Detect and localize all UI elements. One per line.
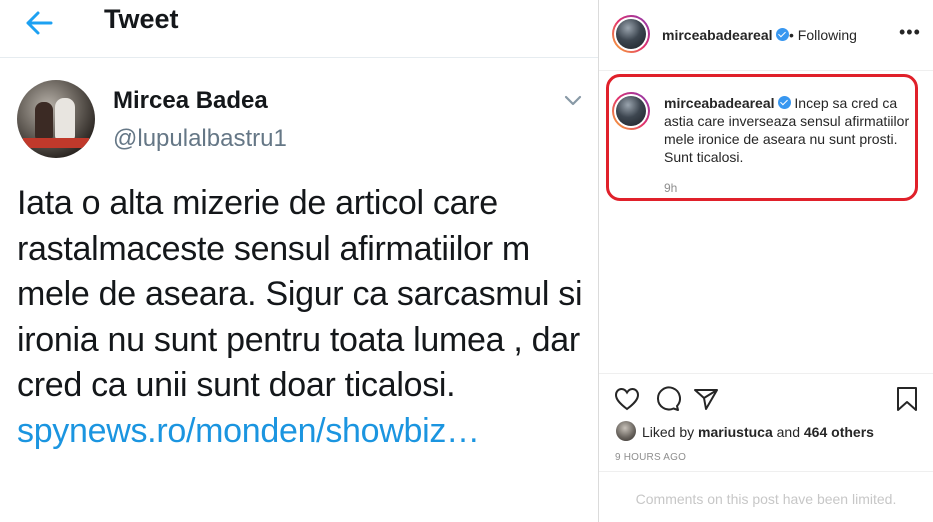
tweet-text: Iata o alta mizerie de articol care rast… bbox=[17, 181, 592, 454]
actions-divider bbox=[599, 373, 933, 374]
profile-avatar[interactable] bbox=[612, 15, 650, 53]
more-icon[interactable]: ••• bbox=[899, 22, 921, 43]
post-timestamp[interactable]: 9 HOURS AGO bbox=[615, 452, 686, 463]
header-username[interactable]: mirceabadeareal bbox=[662, 27, 789, 43]
tweet-header: Tweet bbox=[0, 0, 598, 50]
share-icon[interactable] bbox=[692, 385, 720, 413]
author-handle[interactable]: @lupulalbastru1 bbox=[113, 125, 287, 153]
chevron-down-icon[interactable] bbox=[563, 94, 583, 108]
likes-summary: Liked by mariustuca and 464 others bbox=[642, 424, 874, 440]
comment-highlight bbox=[606, 74, 918, 201]
comments-divider bbox=[599, 471, 933, 472]
likes-conjunction: and bbox=[776, 424, 800, 440]
likes-others[interactable]: 464 others bbox=[804, 424, 874, 440]
heart-icon[interactable] bbox=[613, 385, 641, 413]
bookmark-icon[interactable] bbox=[893, 385, 921, 413]
likes-prefix: Liked by bbox=[642, 424, 695, 440]
following-label[interactable]: • Following bbox=[789, 27, 857, 43]
comments-limited-notice: Comments on this post have been limited. bbox=[635, 491, 897, 507]
tweet-link[interactable]: spynews.ro/monden/showbiz… bbox=[17, 412, 480, 450]
tweet-panel: Tweet Mircea Badea @lupulalbastru1 Iata … bbox=[0, 0, 598, 522]
author-name[interactable]: Mircea Badea bbox=[113, 87, 268, 115]
header-divider bbox=[0, 57, 598, 58]
header-username-text[interactable]: mirceabadeareal bbox=[662, 27, 773, 43]
post-header: mirceabadeareal • Following ••• bbox=[599, 0, 933, 70]
likes-user[interactable]: mariustuca bbox=[698, 424, 773, 440]
tweet-body: Iata o alta mizerie de articol care rast… bbox=[17, 184, 583, 404]
back-arrow-icon[interactable] bbox=[24, 9, 54, 37]
comment-icon[interactable] bbox=[653, 385, 681, 413]
page-title: Tweet bbox=[104, 4, 179, 34]
author-avatar[interactable] bbox=[17, 80, 95, 158]
header-divider bbox=[599, 70, 933, 71]
verified-icon bbox=[775, 28, 789, 41]
liker-avatar[interactable] bbox=[616, 421, 636, 441]
